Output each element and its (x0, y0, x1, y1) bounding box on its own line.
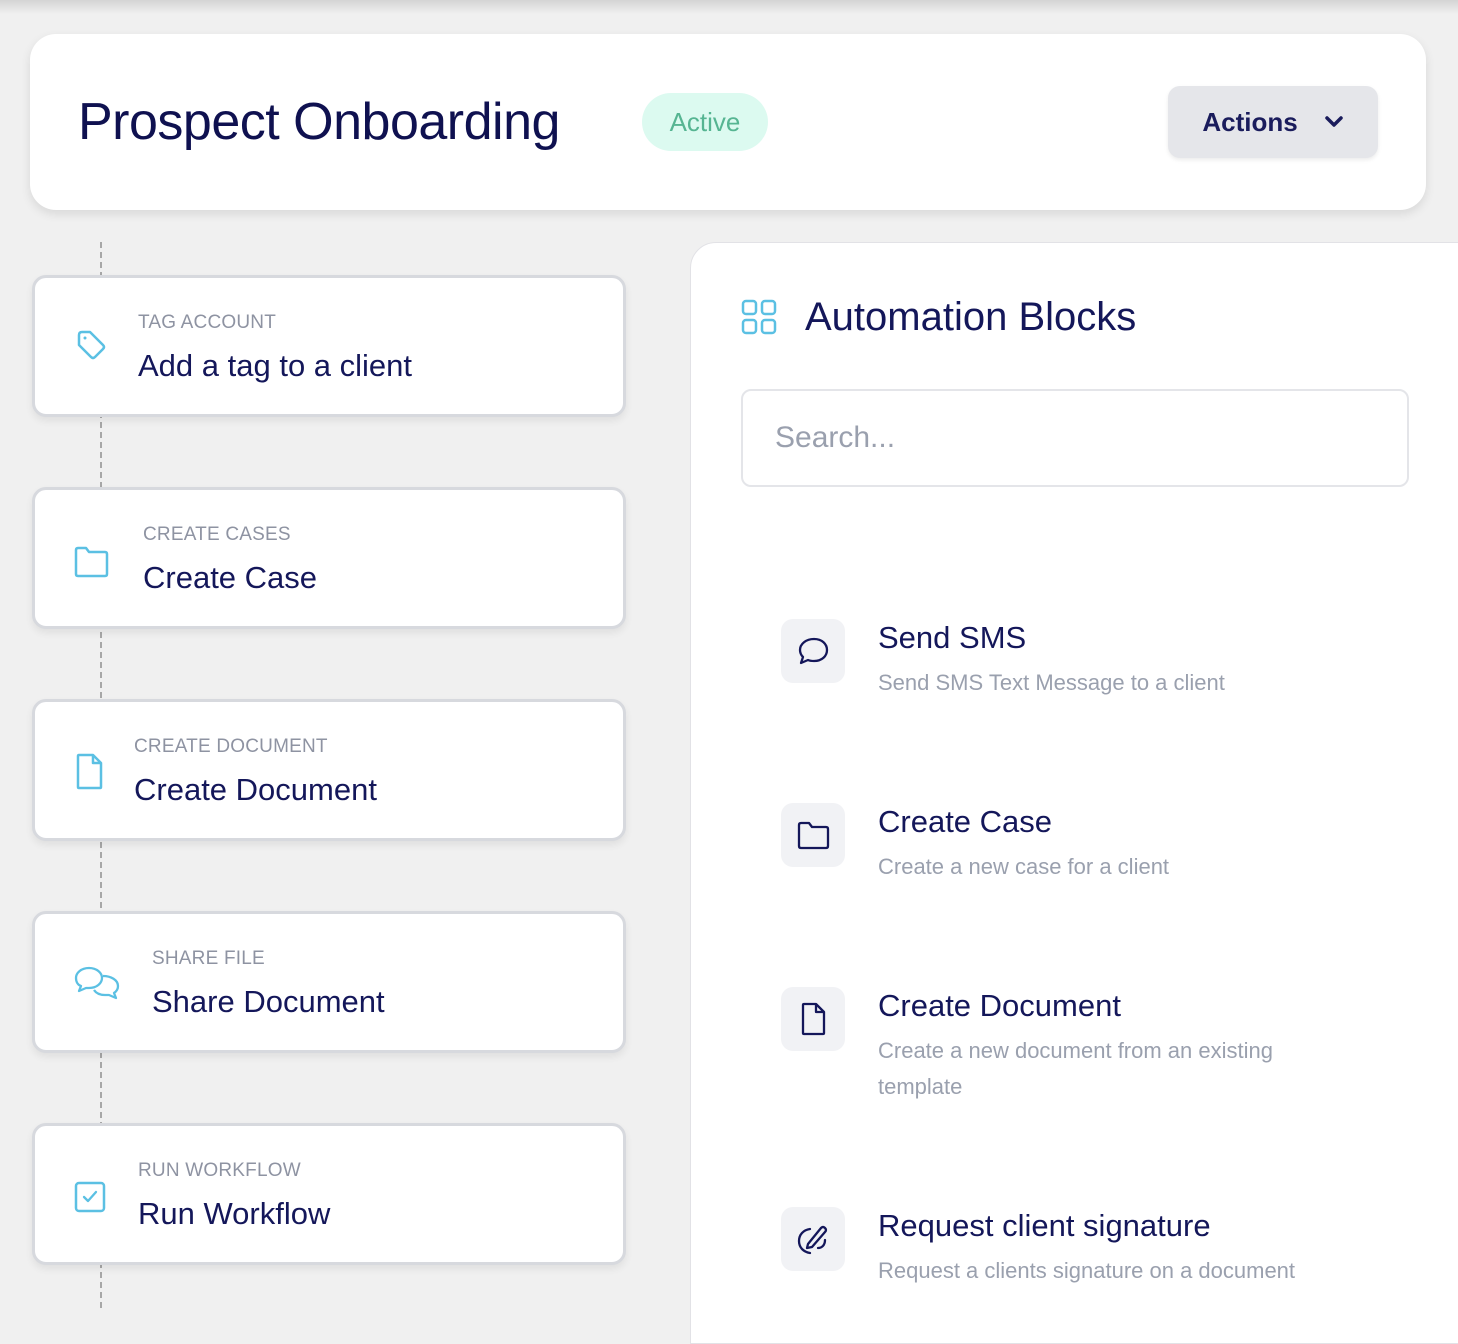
workflow-step-create-document[interactable]: CREATE DOCUMENT Create Document (32, 699, 626, 841)
top-shadow (0, 0, 1458, 14)
block-icon-container (781, 1207, 845, 1271)
block-title: Send SMS (878, 620, 1027, 655)
page-title: Prospect Onboarding (78, 93, 560, 151)
block-title: Request client signature (878, 1208, 1211, 1243)
step-title: Create Case (143, 560, 318, 595)
step-title: Share Document (152, 984, 385, 1019)
panel-title: Automation Blocks (805, 295, 1137, 339)
block-icon-container (781, 987, 845, 1051)
block-icon-container (781, 803, 845, 867)
block-title: Create Document (878, 988, 1121, 1023)
signature-pen-icon (797, 1225, 828, 1255)
actions-dropdown-button[interactable]: Actions (1168, 86, 1378, 158)
step-title: Run Workflow (138, 1196, 331, 1231)
chat-bubble-icon (798, 637, 829, 665)
document-icon (801, 1002, 826, 1036)
step-category: CREATE DOCUMENT (134, 736, 328, 757)
document-icon (76, 753, 103, 790)
block-description: Request a clients signature on a documen… (878, 1258, 1296, 1283)
workflow-step-run-workflow[interactable]: RUN WORKFLOW Run Workflow (32, 1123, 626, 1265)
step-category: RUN WORKFLOW (138, 1160, 301, 1181)
step-title: Create Document (134, 772, 377, 807)
chat-bubbles-icon (74, 966, 120, 1000)
step-title: Add a tag to a client (138, 348, 413, 383)
workflow-header: Prospect Onboarding Active Actions (30, 34, 1426, 210)
checkbox-icon (74, 1181, 106, 1213)
step-category: SHARE FILE (152, 948, 265, 969)
block-title: Create Case (878, 804, 1053, 839)
block-description: Create a new document from an existing t… (878, 1038, 1273, 1099)
workflow-step-tag-account[interactable]: TAG ACCOUNT Add a tag to a client (32, 275, 626, 417)
block-description: Create a new case for a client (878, 854, 1170, 879)
folder-icon (797, 821, 830, 850)
step-category: CREATE CASES (143, 524, 291, 545)
workflow-step-create-cases[interactable]: CREATE CASES Create Case (32, 487, 626, 629)
search-input[interactable] (741, 389, 1409, 487)
workflow-step-share-file[interactable]: SHARE FILE Share Document (32, 911, 626, 1053)
block-description: Send SMS Text Message to a client (878, 670, 1225, 695)
actions-label: Actions (1202, 106, 1298, 137)
tag-icon (77, 330, 106, 360)
status-badge: Active (642, 93, 768, 151)
grid-icon (741, 299, 777, 335)
automation-blocks-panel: Automation Blocks Send SMS Send SMS Text… (690, 242, 1458, 1344)
step-category: TAG ACCOUNT (138, 312, 277, 333)
folder-icon (74, 546, 109, 578)
block-icon-container (781, 619, 845, 683)
chevron-down-icon (1324, 116, 1343, 127)
